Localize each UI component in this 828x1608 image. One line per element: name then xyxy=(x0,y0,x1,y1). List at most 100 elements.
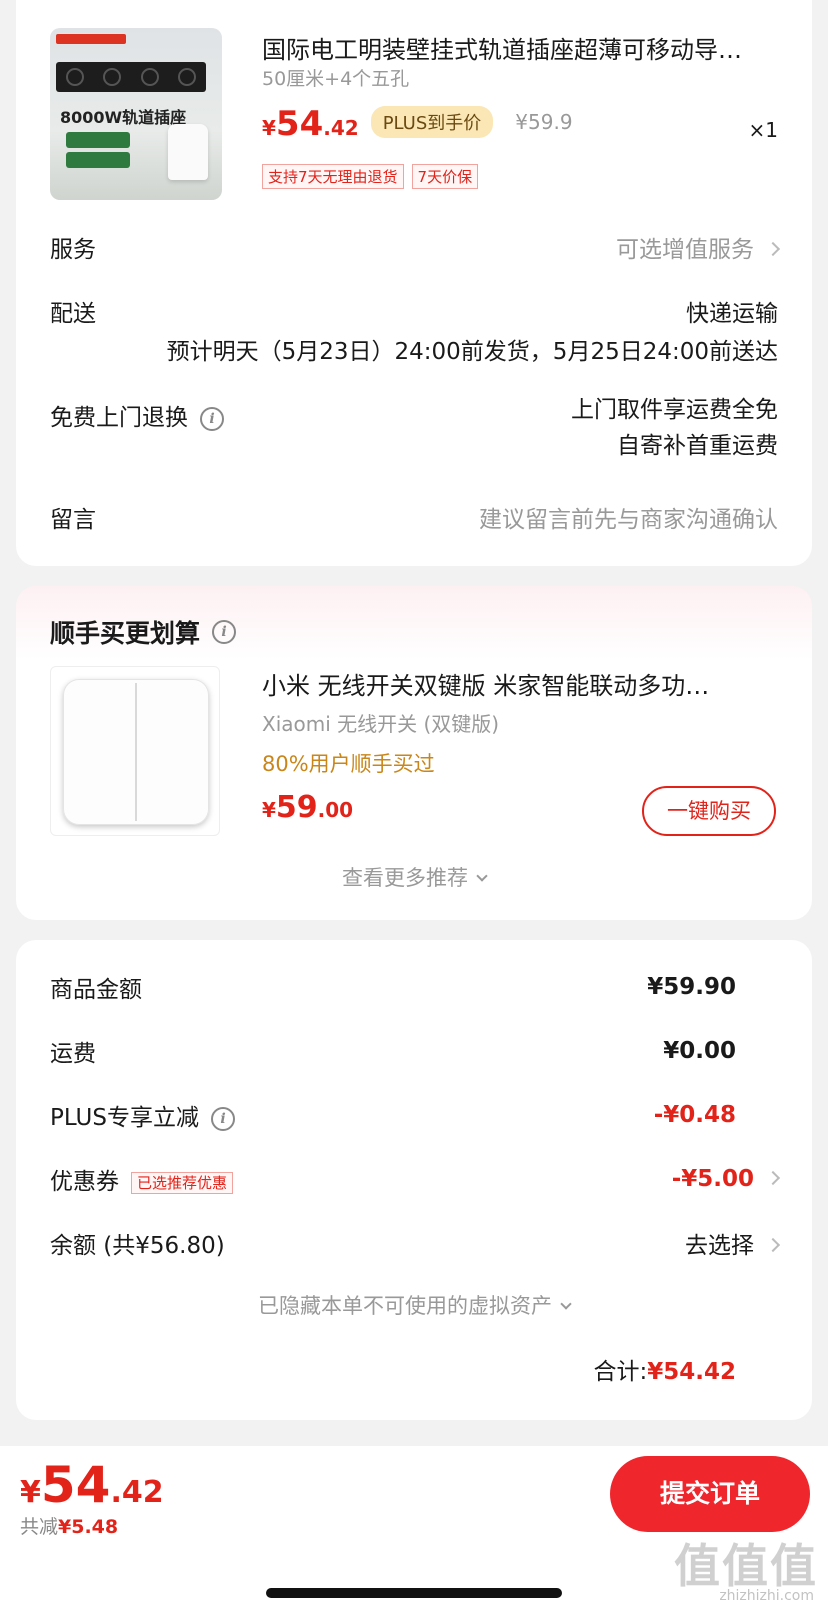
goods-amount-row: 商品金额 ¥59.90 xyxy=(50,970,778,1004)
see-more-link[interactable]: 查看更多推荐 xyxy=(16,862,812,892)
chevron-down-icon xyxy=(560,1298,572,1310)
quantity: ×1 xyxy=(748,118,778,142)
price-decimal: .42 xyxy=(323,116,359,140)
total-label: 合计: xyxy=(593,1359,648,1385)
plus-label-wrap: PLUS专享立减 i xyxy=(50,1098,235,1132)
product-thumbnail[interactable]: 8000W轨道插座 xyxy=(50,28,222,200)
return-info: 上门取件享运费全免 自寄补首重运费 xyxy=(571,392,778,464)
service-value: 可选增值服务 xyxy=(616,237,754,263)
chevron-right-icon xyxy=(765,241,781,256)
delivery-estimate: 预计明天（5月23日）24:00前发货，5月25日24:00前送达 xyxy=(166,339,778,365)
buy-more-heading: 顺手买更划算 xyxy=(50,619,201,648)
delivery-estimate-row: 预计明天（5月23日）24:00前发货，5月25日24:00前送达 xyxy=(50,332,778,366)
plus-value: -¥0.48 xyxy=(653,1102,736,1128)
thumb-badge xyxy=(66,152,130,168)
submit-order-button[interactable]: 提交订单 xyxy=(610,1456,810,1532)
price-protect-tag: 7天价保 xyxy=(411,164,479,189)
coupon-value-wrap: -¥5.00 xyxy=(671,1166,781,1192)
summary-card: 商品金额 ¥59.90 运费 ¥0.00 PLUS专享立减 i -¥0.48 优惠… xyxy=(16,940,812,1420)
chevron-right-icon xyxy=(765,1237,781,1252)
plus-price-tag: PLUS到手价 xyxy=(370,106,494,138)
hidden-assets-label: 已隐藏本单不可使用的虚拟资产 xyxy=(258,1294,552,1318)
buy-more-card: 顺手买更划算 i 小米 无线开关双键版 米家智能联动多功… Xiaomi 无线开… xyxy=(16,586,812,920)
saved-label: 共减 xyxy=(20,1516,59,1538)
shipping-row: 运费 ¥0.00 xyxy=(50,1034,778,1068)
chevron-right-icon xyxy=(765,1170,781,1185)
message-input[interactable]: 建议留言前先与商家沟通确认 xyxy=(479,500,778,534)
info-icon[interactable]: i xyxy=(200,406,224,431)
shipping-label: 运费 xyxy=(50,1041,96,1067)
brand-logo xyxy=(56,34,126,44)
delivery-label: 配送 xyxy=(50,301,96,327)
buy-more-heading-wrap: 顺手买更划算 i xyxy=(50,614,237,650)
price-decimal: .00 xyxy=(317,798,354,822)
return-row: 免费上门退换 i 上门取件享运费全免 自寄补首重运费 xyxy=(50,397,778,470)
message-row[interactable]: 留言 建议留言前先与商家沟通确认 xyxy=(50,500,778,534)
return-label-wrap: 免费上门退换 i xyxy=(50,398,224,432)
coupon-tag: 已选推荐优惠 xyxy=(131,1172,234,1194)
info-icon[interactable]: i xyxy=(210,1106,235,1131)
coupon-label: 优惠券 xyxy=(50,1169,119,1195)
one-click-buy-button[interactable]: 一键购买 xyxy=(642,786,776,836)
recommend-price: ¥ 59 .00 xyxy=(262,790,353,825)
goods-value: ¥59.90 xyxy=(647,974,736,1000)
bottom-total-price: ¥ 54 .42 xyxy=(20,1456,164,1514)
recommend-popularity: 80%用户顺手买过 xyxy=(262,752,435,776)
recommend-thumbnail[interactable] xyxy=(50,666,220,836)
shipping-value: ¥0.00 xyxy=(663,1038,736,1064)
return-policy-tag: 支持7天无理由退货 xyxy=(262,164,404,189)
total-saved: 共减¥5.48 xyxy=(20,1512,118,1539)
service-row[interactable]: 服务 可选增值服务 xyxy=(50,230,781,264)
product-tags: 支持7天无理由退货 7天价保 xyxy=(262,164,479,189)
yen-symbol: ¥ xyxy=(262,116,276,140)
thumb-caption: 8000W轨道插座 xyxy=(60,108,187,127)
thumb-badge xyxy=(66,132,130,148)
return-line2: 自寄补首重运费 xyxy=(617,433,778,459)
recommend-title[interactable]: 小米 无线开关双键版 米家智能联动多功… xyxy=(262,666,782,701)
goods-label: 商品金额 xyxy=(50,977,142,1003)
balance-value: 去选择 xyxy=(685,1233,754,1259)
product-title[interactable]: 国际电工明装壁挂式轨道插座超薄可移动导… xyxy=(262,30,792,65)
wireless-switch-image xyxy=(63,679,209,825)
coupon-value: -¥5.00 xyxy=(671,1166,754,1192)
recommend-subtitle: Xiaomi 无线开关 (双键版) xyxy=(262,712,500,736)
socket-strip-image xyxy=(56,62,206,92)
product-price: ¥ 54 .42 PLUS到手价 ¥59.9 xyxy=(262,104,573,144)
watermark-url: zhizhizhi.com xyxy=(719,1588,814,1604)
info-icon[interactable]: i xyxy=(212,620,237,644)
kettle-image xyxy=(168,124,208,180)
product-card: 8000W轨道插座 国际电工明装壁挂式轨道插座超薄可移动导… 50厘米+4个五孔… xyxy=(16,0,812,566)
price-integer: 54 xyxy=(40,1456,111,1514)
bottom-bar: ¥ 54 .42 共减¥5.48 提交订单 值值值 zhizhizhi.com xyxy=(0,1446,828,1608)
delivery-row: 配送 快递运输 xyxy=(50,294,778,328)
return-line1: 上门取件享运费全免 xyxy=(571,397,778,423)
service-label: 服务 xyxy=(50,237,96,263)
hidden-assets-toggle[interactable]: 已隐藏本单不可使用的虚拟资产 xyxy=(16,1290,812,1320)
plus-label: PLUS专享立减 xyxy=(50,1105,199,1131)
delivery-method: 快递运输 xyxy=(686,301,778,327)
yen-symbol: ¥ xyxy=(20,1475,41,1510)
balance-value-wrap: 去选择 xyxy=(685,1226,781,1260)
service-value-wrap: 可选增值服务 xyxy=(616,230,781,264)
product-spec[interactable]: 50厘米+4个五孔 xyxy=(262,64,409,91)
see-more-label: 查看更多推荐 xyxy=(342,866,468,890)
original-price: ¥59.9 xyxy=(515,110,573,134)
price-decimal: .42 xyxy=(110,1475,164,1510)
total-value: ¥54.42 xyxy=(647,1359,736,1385)
coupon-row[interactable]: 优惠券 已选推荐优惠 -¥5.00 xyxy=(50,1162,781,1196)
return-label: 免费上门退换 xyxy=(50,405,188,431)
balance-row[interactable]: 余额 (共¥56.80) 去选择 xyxy=(50,1226,781,1260)
watermark: 值值值 xyxy=(674,1539,818,1593)
price-integer: 54 xyxy=(275,104,324,144)
saved-value: ¥5.48 xyxy=(58,1516,119,1538)
total-row: 合计:¥54.42 xyxy=(50,1352,778,1386)
home-indicator[interactable] xyxy=(266,1588,562,1598)
plus-discount-row: PLUS专享立减 i -¥0.48 xyxy=(50,1098,778,1132)
total-wrap: 合计:¥54.42 xyxy=(593,1352,736,1386)
yen-symbol: ¥ xyxy=(262,798,276,822)
balance-label: 余额 (共¥56.80) xyxy=(50,1233,225,1259)
message-label: 留言 xyxy=(50,507,96,533)
price-integer: 59 xyxy=(275,790,318,825)
chevron-down-icon xyxy=(476,870,488,882)
coupon-label-wrap: 优惠券 已选推荐优惠 xyxy=(50,1162,234,1196)
